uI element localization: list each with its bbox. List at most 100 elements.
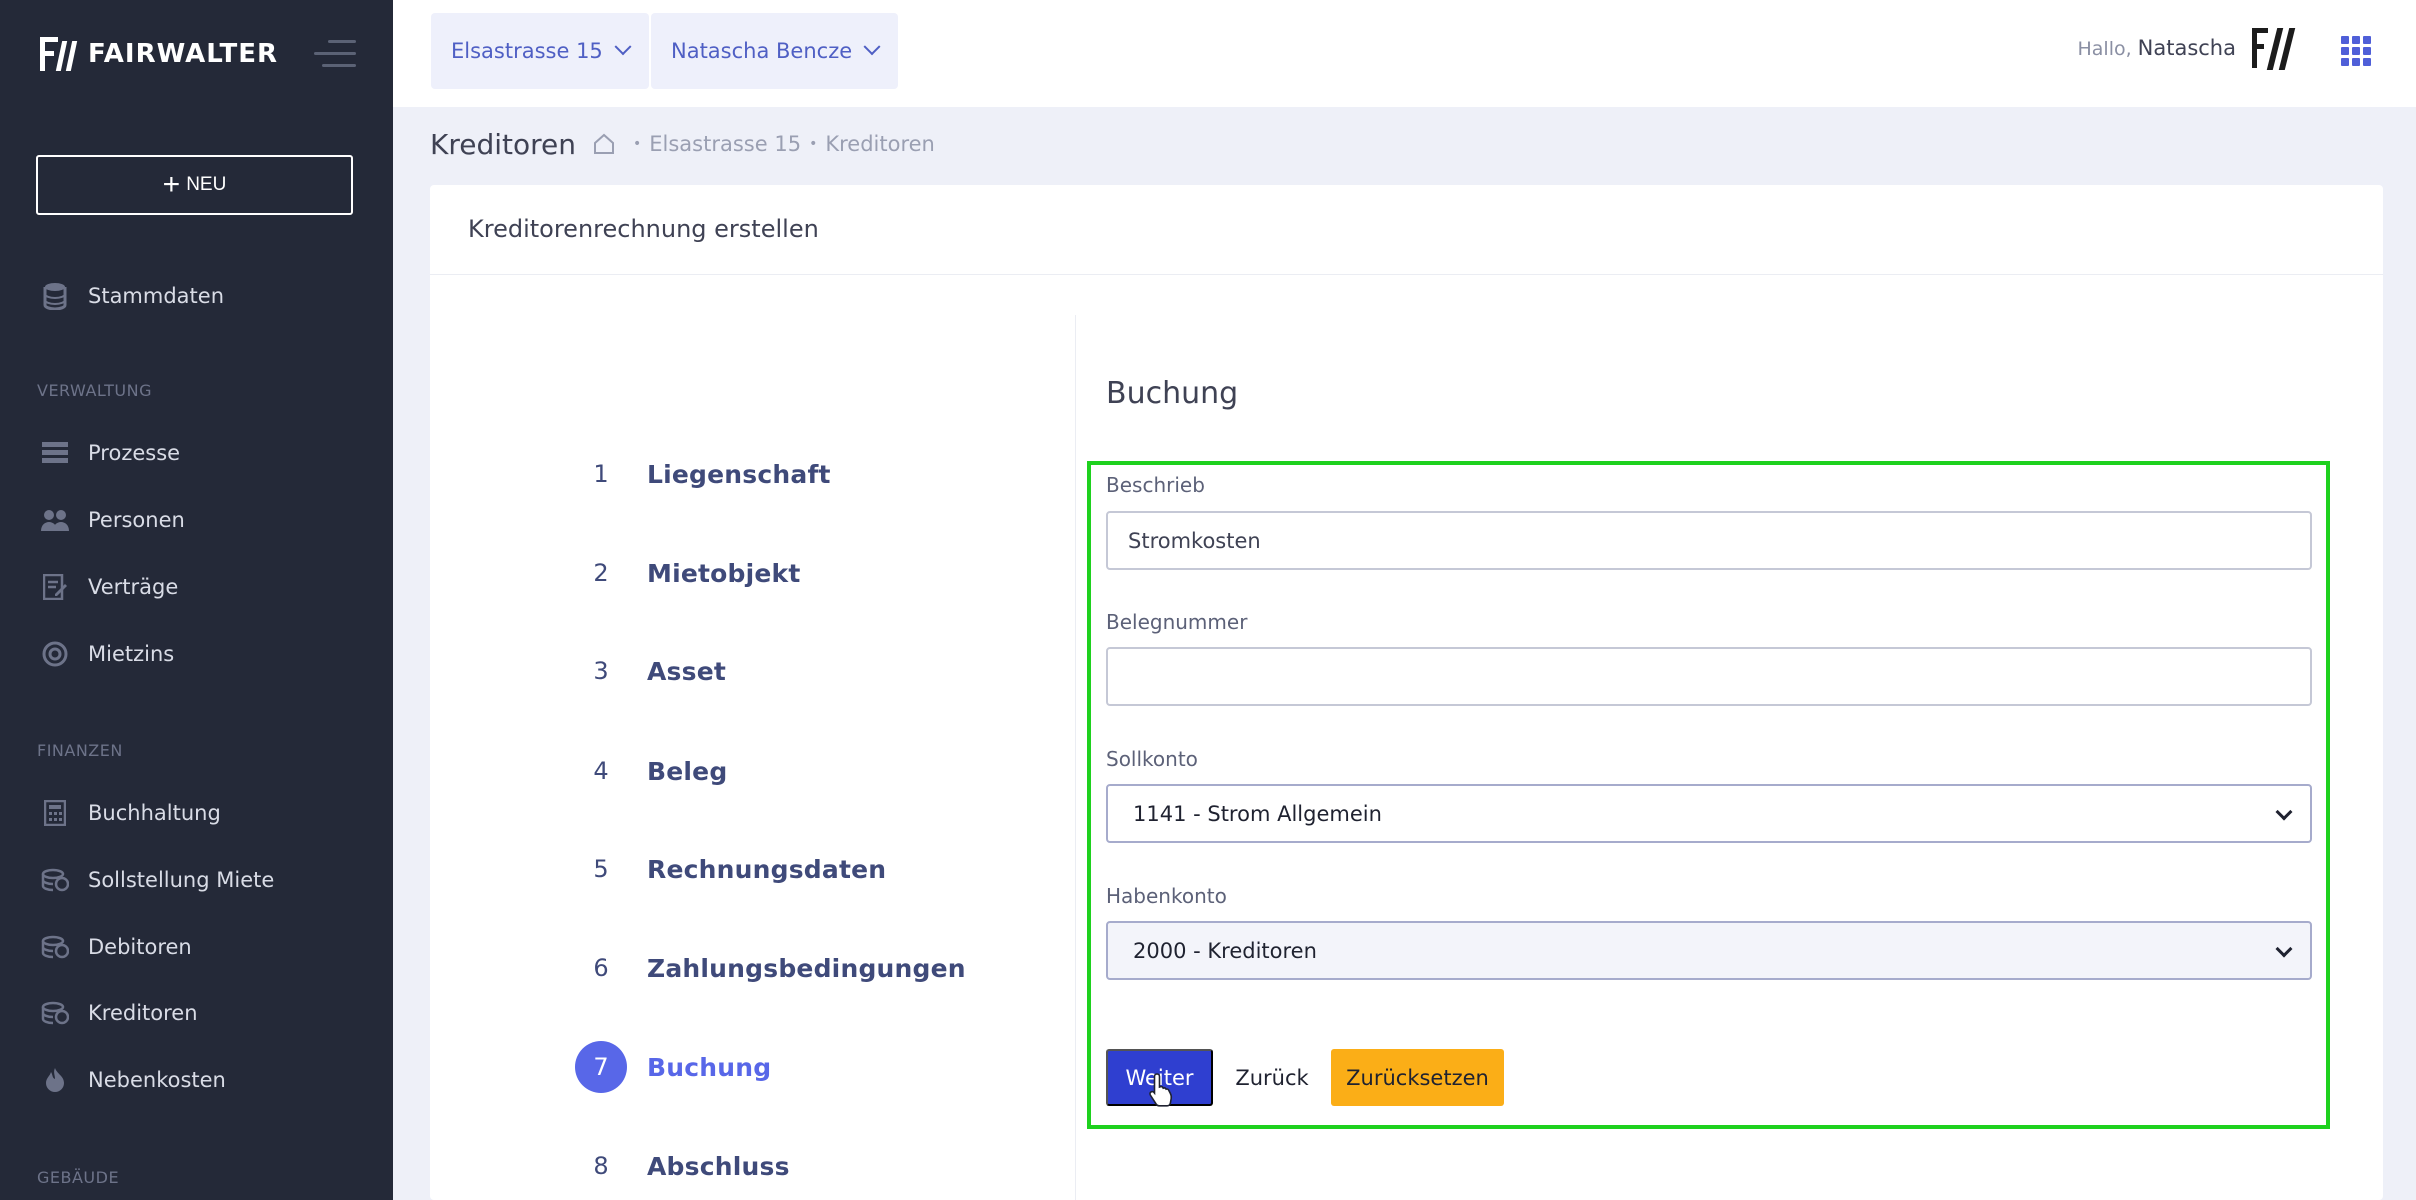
user-greeting[interactable]: Hallo, Natascha [2077, 36, 2236, 60]
database-icon [40, 282, 70, 310]
step-asset[interactable]: 3 Asset [575, 645, 726, 697]
sidebar-item-label: Verträge [88, 575, 179, 599]
menu-toggle-icon[interactable] [314, 40, 356, 68]
list-icon [40, 439, 70, 467]
step-liegenschaft[interactable]: 1 Liegenschaft [575, 448, 831, 500]
sidebar-item-kreditoren[interactable]: Kreditoren [40, 993, 198, 1033]
chevron-down-icon [614, 38, 632, 56]
sidebar-item-label: Prozesse [88, 441, 181, 465]
coins-icon [40, 999, 70, 1027]
coins-icon [40, 866, 70, 894]
contract-icon [40, 573, 70, 601]
sidebar-item-nebenkosten[interactable]: Nebenkosten [40, 1060, 226, 1100]
sidebar-item-label: Personen [88, 508, 185, 532]
new-button-label: NEU [186, 174, 227, 195]
property-select[interactable]: Elsastrasse 15 [431, 13, 649, 89]
step-number: 8 [593, 1152, 609, 1180]
step-mietobjekt[interactable]: 2 Mietobjekt [575, 547, 801, 599]
step-buchung[interactable]: 7 Buchung [575, 1041, 771, 1093]
user-select-value: Natascha Bencze [671, 39, 853, 63]
page-title: Kreditoren [430, 128, 577, 161]
chevron-down-icon [863, 38, 881, 56]
logo-icon [40, 37, 84, 71]
step-abschluss[interactable]: 8 Abschluss [575, 1140, 790, 1192]
chevron-down-icon [2275, 940, 2293, 958]
sollkonto-select[interactable]: 1141 - Strom Allgemein [1106, 784, 2312, 843]
step-label: Beleg [647, 756, 728, 786]
section-title-verwaltung: VERWALTUNG [37, 381, 152, 400]
section-title-gebaeude: GEBÄUDE [37, 1168, 120, 1187]
new-button[interactable]: + NEU [36, 155, 353, 215]
divider [1075, 315, 1076, 1200]
calculator-icon [40, 799, 70, 827]
step-rechnungsdaten[interactable]: 5 Rechnungsdaten [575, 843, 886, 895]
habenkonto-label: Habenkonto [1106, 884, 1227, 908]
breadcrumb-item-kreditoren[interactable]: Kreditoren [825, 132, 935, 156]
step-label: Rechnungsdaten [647, 854, 887, 884]
sidebar-item-label: Stammdaten [88, 284, 225, 308]
sidebar-item-vertraege[interactable]: Verträge [40, 567, 178, 607]
sidebar-item-label: Nebenkosten [88, 1068, 226, 1092]
step-beleg[interactable]: 4 Beleg [575, 745, 727, 797]
brand-logo[interactable]: FAIRWALTER [40, 36, 278, 72]
sidebar-item-debitoren[interactable]: Debitoren [40, 927, 192, 967]
step-number: 4 [593, 757, 609, 785]
greeting-text: Hallo, [2077, 38, 2132, 60]
property-select-value: Elsastrasse 15 [451, 39, 603, 63]
hand-cursor-icon [1148, 1072, 1176, 1108]
habenkonto-value: 2000 - Kreditoren [1133, 938, 1317, 963]
sidebar-item-label: Buchhaltung [88, 801, 221, 825]
step-number: 7 [575, 1041, 627, 1093]
user-select[interactable]: Natascha Bencze [651, 13, 899, 89]
step-label: Liegenschaft [647, 459, 831, 489]
step-label: Zahlungsbedingungen [647, 953, 966, 983]
step-number: 6 [593, 954, 609, 982]
sidebar-item-sollstellung-miete[interactable]: Sollstellung Miete [40, 860, 274, 900]
sidebar-item-label: Kreditoren [88, 1001, 198, 1025]
avatar[interactable] [2252, 26, 2302, 72]
step-number: 3 [593, 657, 609, 685]
sidebar: FAIRWALTER + NEU Stammdaten VERWALTUNG P… [0, 0, 393, 1200]
habenkonto-select[interactable]: 2000 - Kreditoren [1106, 921, 2312, 980]
sidebar-item-stammdaten[interactable]: Stammdaten [40, 276, 224, 316]
beschrieb-input[interactable]: Stromkosten [1106, 511, 2312, 570]
apps-grid-icon[interactable] [2341, 36, 2371, 66]
form-section-title: Buchung [1106, 376, 1239, 411]
belegnummer-label: Belegnummer [1106, 610, 1248, 634]
breadcrumb: • Elsastrasse 15 • Kreditoren [593, 132, 935, 156]
reset-button[interactable]: Zurücksetzen [1331, 1049, 1504, 1106]
step-number: 2 [593, 559, 609, 587]
sidebar-item-buchhaltung[interactable]: Buchhaltung [40, 793, 221, 833]
user-name: Natascha [2137, 36, 2236, 60]
sidebar-item-mietzins[interactable]: Mietzins [40, 634, 174, 674]
section-title-finanzen: FINANZEN [37, 741, 123, 760]
sidebar-item-label: Sollstellung Miete [88, 868, 275, 892]
sidebar-item-label: Debitoren [88, 935, 192, 959]
flame-icon [40, 1066, 70, 1094]
sidebar-item-prozesse[interactable]: Prozesse [40, 433, 180, 473]
step-number: 5 [593, 855, 609, 883]
rent-icon [40, 640, 70, 668]
step-zahlungsbedingungen[interactable]: 6 Zahlungsbedingungen [575, 942, 966, 994]
brand-name: FAIRWALTER [88, 39, 279, 69]
sidebar-item-label: Mietzins [88, 642, 175, 666]
step-number: 1 [593, 460, 609, 488]
sollkonto-label: Sollkonto [1106, 747, 1198, 771]
beschrieb-label: Beschrieb [1106, 473, 1205, 497]
step-label: Asset [647, 656, 727, 686]
back-button[interactable]: Zurück [1225, 1049, 1319, 1106]
card-title: Kreditorenrechnung erstellen [468, 215, 819, 243]
sidebar-item-personen[interactable]: Personen [40, 500, 185, 540]
home-icon[interactable] [593, 133, 615, 155]
sollkonto-value: 1141 - Strom Allgemein [1133, 801, 1382, 826]
belegnummer-input[interactable] [1106, 647, 2312, 706]
step-label: Mietobjekt [647, 558, 801, 588]
people-icon [40, 506, 70, 534]
chevron-down-icon [2275, 803, 2293, 821]
step-label: Abschluss [647, 1151, 790, 1181]
coins-icon [40, 933, 70, 961]
breadcrumb-item-property[interactable]: Elsastrasse 15 [649, 132, 801, 156]
card-header: Kreditorenrechnung erstellen [430, 185, 2383, 275]
step-label: Buchung [647, 1052, 772, 1082]
plus-icon: + [162, 168, 181, 201]
